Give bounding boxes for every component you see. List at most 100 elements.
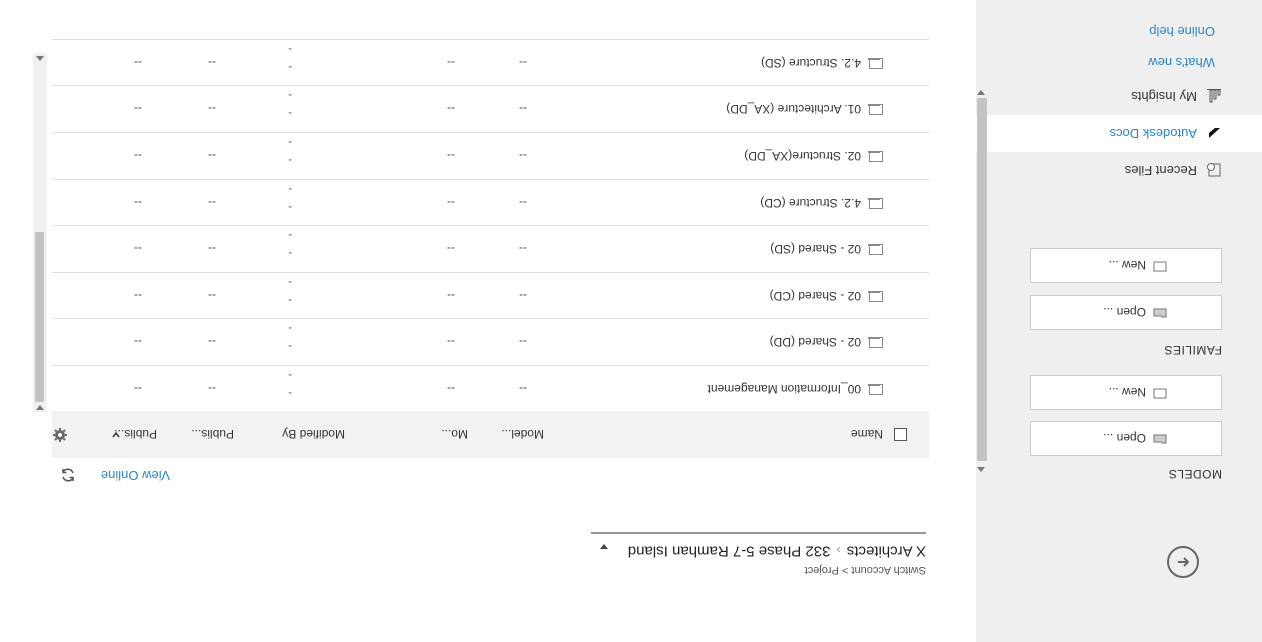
row-publis-2: --: [134, 195, 142, 210]
table-row[interactable]: 00_Information Management -- -- - - -- --: [52, 365, 929, 411]
row-model: --: [519, 382, 527, 396]
model-file-icon: [869, 244, 883, 256]
select-all-checkbox[interactable]: [894, 428, 907, 441]
column-header-mo[interactable]: Mo...: [441, 427, 468, 441]
row-model: --: [519, 149, 527, 163]
table-row[interactable]: 01. Architecture (XA_DD) -- -- - - -- --: [52, 85, 929, 132]
column-header-name[interactable]: Name: [851, 427, 883, 441]
row-name[interactable]: 4.2. Structure (CD): [760, 196, 861, 210]
row-model: --: [519, 102, 527, 117]
switch-account-link[interactable]: Switch Account > Project: [805, 564, 926, 576]
row-model: --: [519, 242, 527, 257]
row-publis-1: --: [208, 382, 216, 396]
row-mo: --: [447, 335, 455, 350]
row-mo: --: [447, 288, 455, 303]
project-selector[interactable]: X Architects › 332 Phase 5-7 Ramhan Island: [591, 532, 926, 560]
row-modified-by: --: [288, 40, 292, 76]
table-scroll-thumb[interactable]: [35, 232, 44, 402]
row-modified-by-line2: -: [288, 182, 292, 195]
models-new-button[interactable]: New ...: [1030, 375, 1222, 410]
row-mo: --: [447, 195, 455, 210]
models-new-label: New ...: [1108, 385, 1146, 399]
row-modified-by: --: [288, 226, 292, 262]
row-publis-2: --: [134, 149, 142, 163]
sidebar: MODELS Open ... New ... FAMILIES Open ..…: [976, 0, 1262, 642]
table-scrollbar[interactable]: [33, 53, 47, 412]
model-file-icon: [869, 384, 883, 395]
row-modified-by-line1: -: [288, 154, 292, 166]
row-modified-by: --: [288, 366, 292, 402]
sort-chevron-icon[interactable]: [111, 430, 121, 440]
model-file-icon: [869, 151, 883, 162]
families-open-label: Open ...: [1103, 305, 1146, 319]
row-name[interactable]: 00_Information Management: [708, 382, 861, 396]
breadcrumb-separator: ›: [836, 543, 841, 559]
scroll-down-arrow-icon[interactable]: [977, 90, 985, 95]
row-publis-2: --: [134, 335, 142, 350]
autodesk-docs-icon: [1209, 128, 1220, 138]
row-modified-by: --: [288, 86, 292, 122]
row-mo: --: [447, 102, 455, 117]
models-open-label: Open ...: [1103, 431, 1146, 445]
gear-icon[interactable]: [52, 427, 68, 443]
row-publis-1: --: [208, 288, 216, 303]
column-header-model[interactable]: Model...: [501, 427, 544, 441]
table-row[interactable]: 02. Structure(XA_DD) -- -- - - -- --: [52, 132, 929, 178]
row-modified-by: --: [288, 319, 292, 355]
view-online-link[interactable]: View Online: [101, 468, 170, 483]
row-modified-by: --: [288, 133, 292, 169]
nav-autodesk-docs-label: Autodesk Docs: [1109, 126, 1197, 141]
online-help-link[interactable]: Online help: [1149, 24, 1215, 39]
row-name[interactable]: 02 - Shared (CD): [770, 289, 861, 303]
nav-recent-files[interactable]: Recent Files: [976, 152, 1262, 189]
row-modified-by-line2: -: [288, 136, 292, 148]
families-open-button[interactable]: Open ...: [1030, 295, 1222, 330]
refresh-icon[interactable]: [60, 467, 76, 483]
row-publis-1: --: [208, 195, 216, 210]
new-file-icon: [1153, 388, 1167, 399]
table-row[interactable]: 02 - Shared (CD) -- -- - - -- --: [52, 271, 929, 318]
row-modified-by-line1: -: [288, 247, 292, 260]
table-row[interactable]: 4.2. Structure (SD) -- -- - - -- --: [52, 38, 929, 85]
main-panel: Switch Account > Project X Architects › 33…: [0, 0, 976, 642]
table-row[interactable]: 02 - Shared (SD) -- -- - - -- --: [52, 225, 929, 272]
row-modified-by-line2: -: [288, 369, 292, 381]
nav-my-insights-label: My Insights: [1131, 89, 1197, 104]
scroll-up-arrow-icon[interactable]: [977, 467, 985, 472]
row-publis-1: --: [208, 55, 216, 70]
row-publis-2: --: [134, 382, 142, 396]
model-file-icon: [869, 337, 883, 349]
row-name[interactable]: 01. Architecture (XA_DD): [726, 102, 861, 116]
row-modified-by-line1: -: [288, 60, 292, 73]
row-mo: --: [447, 55, 455, 70]
row-name[interactable]: 02 - Shared (DD): [770, 335, 861, 349]
model-file-icon: [869, 57, 883, 69]
sidebar-scroll-thumb[interactable]: [977, 98, 987, 461]
nav-autodesk-docs[interactable]: Autodesk Docs: [976, 115, 1262, 152]
row-name[interactable]: 02 - Shared (SD): [770, 242, 861, 256]
column-header-modified-by[interactable]: Modified By: [282, 427, 345, 441]
whats-new-link[interactable]: What's new: [1148, 55, 1215, 70]
row-modified-by-line1: -: [288, 200, 292, 213]
row-name[interactable]: 4.2. Structure (SD): [761, 56, 861, 70]
models-open-button[interactable]: Open ...: [1030, 421, 1222, 456]
nav-recent-files-label: Recent Files: [1124, 163, 1197, 178]
back-arrow-button[interactable]: [1167, 546, 1199, 578]
table-scroll-up-icon[interactable]: [36, 56, 44, 61]
insights-icon: [1207, 89, 1221, 103]
row-model: --: [519, 335, 527, 350]
arrow-left-icon: [1178, 557, 1190, 567]
nav-my-insights[interactable]: My Insights: [976, 78, 1262, 115]
column-header-publis-1[interactable]: Publis...: [191, 427, 234, 441]
folder-open-icon: [1153, 308, 1167, 318]
row-modified-by-line1: -: [288, 293, 292, 306]
table-scroll-down-icon[interactable]: [36, 405, 44, 410]
sidebar-scrollbar[interactable]: [976, 88, 990, 475]
row-modified-by-line1: -: [288, 107, 292, 120]
table-row[interactable]: 4.2. Structure (CD) -- -- - - -- --: [52, 178, 929, 225]
families-new-button[interactable]: New ...: [1030, 248, 1222, 283]
chevron-down-icon: [600, 544, 608, 549]
row-name[interactable]: 02. Structure(XA_DD): [744, 149, 861, 163]
table-row[interactable]: 02 - Shared (DD) -- -- - - -- --: [52, 318, 929, 365]
row-model: --: [519, 195, 527, 210]
